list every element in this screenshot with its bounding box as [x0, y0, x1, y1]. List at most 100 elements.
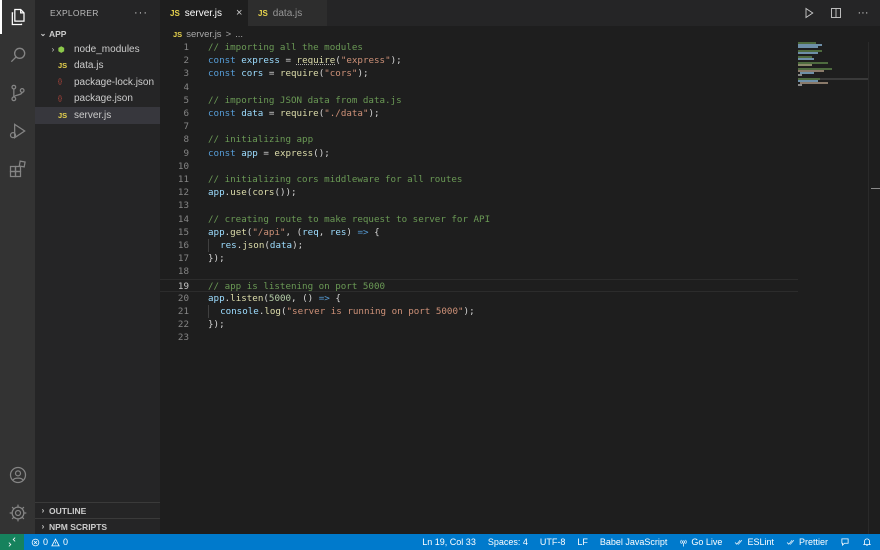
more-actions-icon[interactable]: ··· — [856, 6, 870, 20]
code-line[interactable]: 2 const express = require("express"); — [160, 54, 798, 67]
tab-label: server.js — [184, 7, 223, 19]
code-line[interactable]: 8 // initializing app — [160, 133, 798, 146]
code-text: }); — [208, 318, 225, 331]
line-number: 20 — [177, 292, 189, 304]
remote-icon[interactable] — [0, 534, 24, 550]
breadcrumb-symbol[interactable]: ... — [235, 29, 243, 40]
cursor-position[interactable]: Ln 19, Col 33 — [422, 537, 476, 547]
encoding[interactable]: UTF-8 — [540, 537, 566, 547]
line-number: 8 — [183, 134, 189, 146]
tab-server-js[interactable]: JS server.js × — [160, 0, 248, 26]
line-number: 18 — [177, 266, 189, 278]
code-line[interactable]: 7 — [160, 120, 798, 133]
explorer-icon[interactable] — [0, 0, 35, 34]
go-live-button[interactable]: Go Live — [679, 537, 722, 547]
close-icon[interactable]: × — [236, 7, 242, 19]
explorer-sidebar: EXPLORER ··· ⌄ APP › ⬢ node_modules JS data.… — [35, 0, 160, 534]
outline-section[interactable]: › OUTLINE — [35, 502, 160, 518]
line-number: 4 — [183, 81, 189, 93]
file-tree-item[interactable]: JS server.js — [35, 107, 160, 124]
run-debug-icon[interactable] — [0, 114, 35, 148]
double-check-icon — [786, 539, 795, 545]
minimap[interactable] — [798, 42, 868, 92]
chevron-right-icon: › — [41, 506, 45, 515]
code-editor[interactable]: 1 // importing all the modules 2 const expr… — [160, 42, 880, 534]
eslint-status[interactable]: ESLint — [734, 537, 774, 547]
code-token: // initializing app — [208, 134, 314, 146]
file-tree-label: node_modules — [74, 43, 140, 55]
code-text: console.log("server is running on port 5… — [208, 305, 475, 319]
code-line[interactable]: 13 — [160, 199, 798, 212]
run-icon[interactable] — [802, 6, 816, 20]
code-token: }); — [208, 319, 225, 331]
code-token: // importing JSON data from data.js — [208, 94, 402, 106]
code-line[interactable]: 6 const data = require("./data"); — [160, 107, 798, 120]
split-editor-icon[interactable] — [829, 6, 843, 20]
tab-data-js[interactable]: JS data.js — [248, 0, 328, 26]
source-control-icon[interactable] — [0, 76, 35, 110]
code-line[interactable]: 5 // importing JSON data from data.js — [160, 94, 798, 107]
code-token: const — [208, 147, 242, 159]
npm-scripts-section[interactable]: › NPM SCRIPTS — [35, 518, 160, 534]
notifications-bell-icon[interactable] — [862, 537, 872, 547]
code-line[interactable]: 12 app.use(cors()); — [160, 186, 798, 199]
code-line[interactable]: 23 — [160, 331, 798, 344]
file-tree-item[interactable]: {} package-lock.json — [35, 74, 160, 91]
code-text: // importing all the modules — [208, 41, 363, 54]
code-line[interactable]: 15 app.get("/api", (req, res) => { — [160, 226, 798, 239]
code-line[interactable]: 18 — [160, 265, 798, 278]
code-token: ); — [368, 108, 380, 119]
file-tree-item[interactable]: {} package.json — [35, 91, 160, 108]
code-token: = — [257, 147, 275, 159]
file-tree-item[interactable]: JS data.js — [35, 58, 160, 75]
file-tree: › ⬢ node_modules JS data.js {} package-lock.js… — [35, 41, 160, 124]
code-line[interactable]: 19// app is listening on port 5000 — [160, 278, 798, 292]
code-token: get — [230, 226, 247, 238]
code-token: app — [208, 292, 225, 304]
code-text: // creating route to make request to ser… — [208, 213, 490, 226]
breadcrumb: JS server.js > ... — [160, 26, 880, 42]
double-check-icon — [735, 539, 743, 545]
folder-root-app[interactable]: ⌄ APP — [35, 26, 160, 41]
code-line[interactable]: 14 // creating route to make request to s… — [160, 213, 798, 226]
code-line[interactable]: 22}); — [160, 318, 798, 331]
code-token: ); — [463, 306, 475, 317]
code-line[interactable]: 10 — [160, 160, 798, 173]
end-of-line[interactable]: LF — [577, 537, 588, 547]
code-token: cors — [241, 68, 264, 80]
code-line[interactable]: 21 console.log("server is running on por… — [160, 305, 798, 319]
code-text: const cors = require("cors"); — [208, 67, 369, 80]
code-line[interactable]: 11 // initializing cors middleware for al… — [160, 173, 798, 186]
file-tree-item[interactable]: › ⬢ node_modules — [35, 41, 160, 58]
code-line[interactable]: 17}); — [160, 252, 798, 265]
json-file-icon: {} — [58, 95, 63, 102]
file-tree-label: data.js — [74, 60, 104, 72]
code-line[interactable]: 16 res.json(data); — [160, 239, 798, 253]
extensions-icon[interactable] — [0, 152, 35, 186]
code-token: express — [241, 55, 280, 67]
code-token: => — [318, 292, 330, 304]
feedback-icon[interactable] — [840, 537, 850, 547]
language-mode[interactable]: Babel JavaScript — [600, 537, 668, 547]
more-actions-icon[interactable]: ··· — [134, 7, 148, 19]
indentation[interactable]: Spaces: 4 — [488, 537, 528, 547]
code-line[interactable]: 3 const cors = require("cors"); — [160, 67, 798, 80]
line-number: 11 — [177, 174, 189, 185]
code-line[interactable]: 20 app.listen(5000, () => { — [160, 292, 798, 305]
account-icon[interactable] — [0, 458, 35, 492]
go-live-label: Go Live — [691, 537, 723, 547]
code-token: "/api" — [252, 226, 286, 238]
vertical-scrollbar[interactable] — [868, 42, 880, 534]
prettier-status[interactable]: Prettier — [786, 537, 828, 547]
code-line[interactable]: 4 — [160, 81, 798, 94]
code-token: // creating route to make request to ser… — [208, 213, 491, 225]
code-line[interactable]: 9 const app = express(); — [160, 147, 798, 160]
code-token: = — [279, 55, 297, 67]
search-icon[interactable] — [0, 38, 35, 72]
problems-indicator[interactable]: 0 0 — [31, 537, 68, 547]
breadcrumb-file[interactable]: server.js — [186, 29, 221, 40]
indent-guide — [208, 305, 220, 319]
settings-gear-icon[interactable] — [0, 496, 35, 530]
code-text: app.get("/api", (req, res) => { — [208, 226, 380, 239]
code-line[interactable]: 1 // importing all the modules — [160, 41, 798, 54]
